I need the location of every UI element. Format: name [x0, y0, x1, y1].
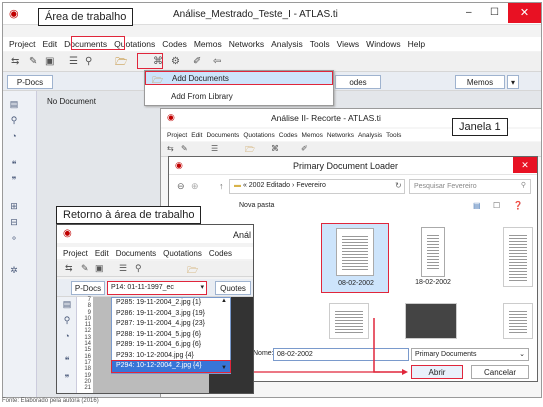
menu3-quotations[interactable]: Quotations — [163, 249, 202, 258]
third-linenums: 7 8 9 10 11 12 13 14 15 16 17 18 19 20 2… — [77, 297, 93, 393]
quote3-icon[interactable]: ❝ — [60, 355, 74, 367]
third-toolbar: ⇆ ✎ ▣ ☰ ⚲ 🗁 — [57, 261, 253, 277]
list-item[interactable]: P285: 19-11-2004_2.jpg {1} — [112, 298, 230, 309]
quote-code3-icon[interactable]: ❞ — [60, 373, 74, 385]
binoculars3-icon[interactable]: ⚲ — [135, 263, 142, 274]
save3-icon[interactable]: ▣ — [95, 263, 104, 274]
menu3-edit[interactable]: Edit — [95, 249, 109, 258]
arrow-to-list — [234, 340, 380, 373]
menu3-codes[interactable]: Codes — [209, 249, 232, 258]
list-item-selected[interactable]: P294: 10-12-2004_2.jpg {4} — [111, 360, 231, 373]
source-caption: Fonte: Elaborado pela autora (2016) — [2, 398, 99, 404]
pdoc-dropdown-list: P285: 19-11-2004_2.jpg {1} P286: 19-11-2… — [111, 297, 231, 374]
menu3-project[interactable]: Project — [63, 249, 88, 258]
menu3-documents[interactable]: Documents — [116, 249, 156, 258]
third-sidebar: ▤ ⚲ ◔ ❝ ❞ — [57, 297, 77, 393]
zoom3-icon[interactable]: ⚲ — [60, 315, 74, 327]
third-title: Anál — [233, 230, 252, 240]
comment3-icon[interactable]: ✎ — [81, 263, 89, 274]
third-window: ◉ Anál Project Edit Documents Quotations… — [56, 224, 254, 394]
pdoc-selector[interactable]: P14: 01-11-1997_ec ▾ — [107, 281, 207, 295]
list3-icon[interactable]: ☰ — [119, 263, 127, 274]
quotes-button[interactable]: Quotes — [215, 281, 251, 295]
pdocs3-button[interactable]: P-Docs — [71, 281, 105, 295]
list-item[interactable]: P286: 19-11-2004_3.jpg {19} — [112, 309, 230, 320]
retorno-callout: Retorno à área de trabalho — [56, 206, 202, 224]
third-menubar: Project Edit Documents Quotations Codes — [57, 247, 253, 259]
line-num: 21 — [84, 385, 91, 392]
pdoc-chevron-icon: ▾ — [200, 284, 204, 291]
select3-icon[interactable]: ▤ — [60, 299, 74, 311]
arrow-head-open — [402, 369, 408, 375]
folder3-icon[interactable]: 🗁 — [187, 263, 198, 279]
third-titlebar: ◉ Anál — [57, 225, 253, 243]
back3-icon[interactable]: ⇆ — [65, 263, 73, 274]
list-item[interactable]: P293: 10-12-2004.jpg {4} — [112, 351, 230, 362]
third-docbar: P-Docs P14: 01-11-1997_ec ▾ Quotes — [57, 279, 253, 297]
comment-tool3-icon[interactable]: ◔ — [60, 331, 74, 343]
list-item[interactable]: P289: 19-11-2004_6.jpg {6} — [112, 340, 230, 351]
third-logo-icon: ◉ — [63, 228, 72, 239]
list-item[interactable]: P288: 19-11-2004_5.jpg {6} — [112, 330, 230, 341]
pdoc-selected-value: P14: 01-11-1997_ec — [111, 284, 174, 291]
list-scroll-down-icon[interactable]: ▼ — [221, 365, 227, 371]
list-item[interactable]: P287: 19-11-2004_4.jpg {23} — [112, 319, 230, 330]
list-scroll-up-icon[interactable]: ▲ — [221, 298, 227, 304]
arrow-to-open — [373, 318, 406, 373]
